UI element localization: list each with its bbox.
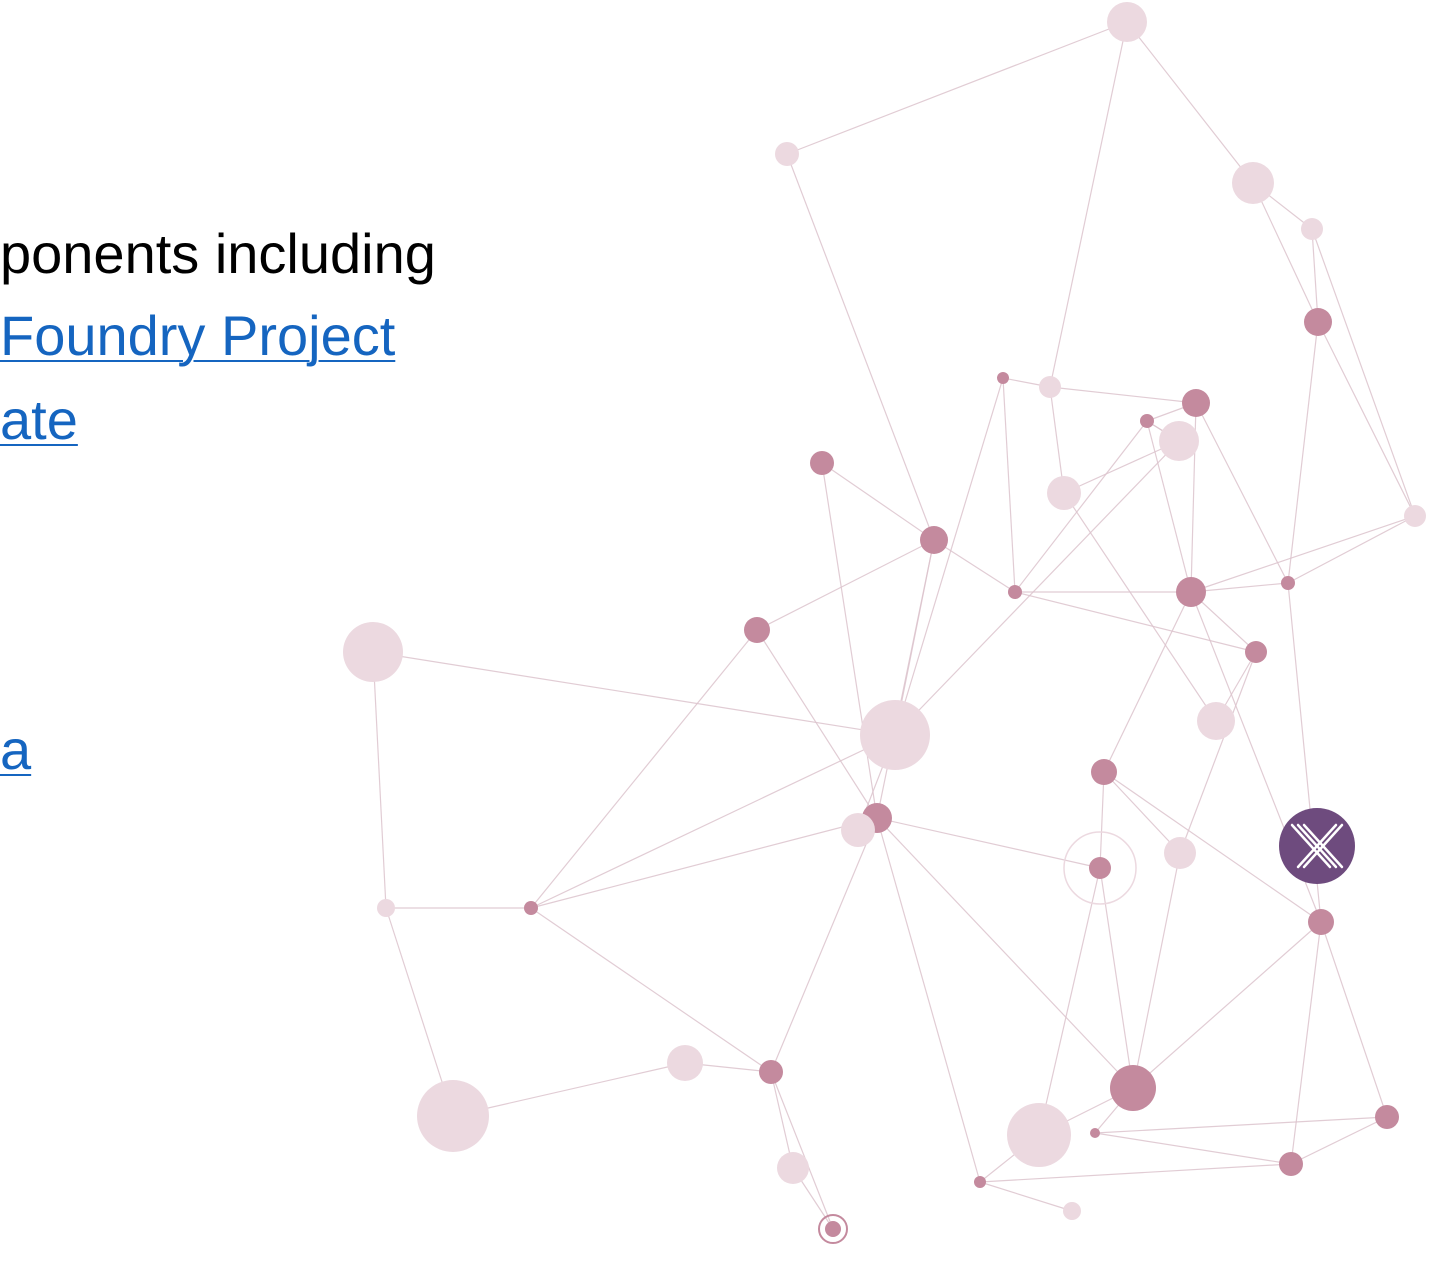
network-node [1110,1065,1156,1111]
network-node [1245,641,1267,663]
network-edge [1287,515,1416,584]
network-edge [1179,651,1257,854]
network-node [1008,585,1022,599]
network-edge [786,153,935,541]
network-node [1164,837,1196,869]
network-node [1281,576,1295,590]
network-edge [894,377,1004,736]
network-node [1301,218,1323,240]
network-edge [1317,321,1416,517]
network-edge [1094,1116,1388,1134]
network-node [1308,909,1334,935]
network-node [343,622,403,682]
network-edge [1311,228,1416,517]
network-node [1176,577,1206,607]
network-edge [530,907,772,1073]
network-edge [1049,386,1197,404]
network-node [667,1045,703,1081]
network-edge [1014,420,1148,593]
network-edge [1049,21,1128,388]
network-background [343,2,1426,1244]
network-node [744,617,770,643]
network-edge [1002,377,1016,593]
network-node [1159,421,1199,461]
network-node [920,526,948,554]
network-edge [786,21,1128,155]
network-node [860,700,930,770]
network-node [1007,1103,1071,1167]
network-node [417,1080,489,1152]
network-node [1140,414,1154,428]
network-node [1197,702,1235,740]
network-edge [1195,402,1289,584]
network-node [377,899,395,917]
network-edge [894,440,1180,736]
network-edge [1103,771,1181,854]
network-node [1375,1105,1399,1129]
network-edge [1099,771,1105,869]
network-edge [979,1181,1073,1212]
network-edge [372,651,387,909]
network-edge [1094,1132,1292,1165]
network-edge [1290,1116,1388,1165]
network-node [524,901,538,915]
network-node [841,813,875,847]
network-edge [1252,182,1319,323]
network-edge [1287,321,1319,584]
network-edge [530,629,758,909]
network-node [1182,389,1210,417]
network-edge [530,817,878,909]
network-edge [756,629,878,819]
network-node [775,142,799,166]
network-node [1039,376,1061,398]
network-edge [372,651,896,736]
network-edge [770,817,878,1073]
link-fragment[interactable]: a [0,722,31,778]
network-node [1091,759,1117,785]
template-link[interactable]: ate [0,392,78,448]
network-edge [876,817,1101,869]
network-node [1090,1128,1100,1138]
network-node [777,1152,809,1184]
x-logo-icon [1279,808,1355,884]
network-edge [770,1071,834,1230]
network-node [759,1060,783,1084]
network-edge [821,462,878,819]
network-node [1107,2,1147,42]
network-edge [530,734,896,909]
network-edge [821,462,935,541]
network-node [1404,505,1426,527]
network-node [825,1221,841,1237]
network-node [974,1176,986,1188]
network-edge [1038,867,1101,1136]
network-nodes [343,2,1426,1244]
network-node [1279,1152,1303,1176]
body-text-line-1: ponents including [0,222,436,285]
network-edge [979,1163,1292,1183]
foundry-project-link[interactable]: Foundry Project [0,308,395,364]
network-node [810,451,834,475]
network-node [1047,476,1081,510]
network-node [997,372,1009,384]
network-node [1089,857,1111,879]
network-edge [1190,515,1416,593]
network-edge [1099,867,1134,1089]
network-edge [1290,921,1322,1165]
network-edge [1126,21,1254,184]
network-node [1063,1202,1081,1220]
network-edge [1320,921,1388,1118]
network-node [1232,162,1274,204]
network-node [1304,308,1332,336]
